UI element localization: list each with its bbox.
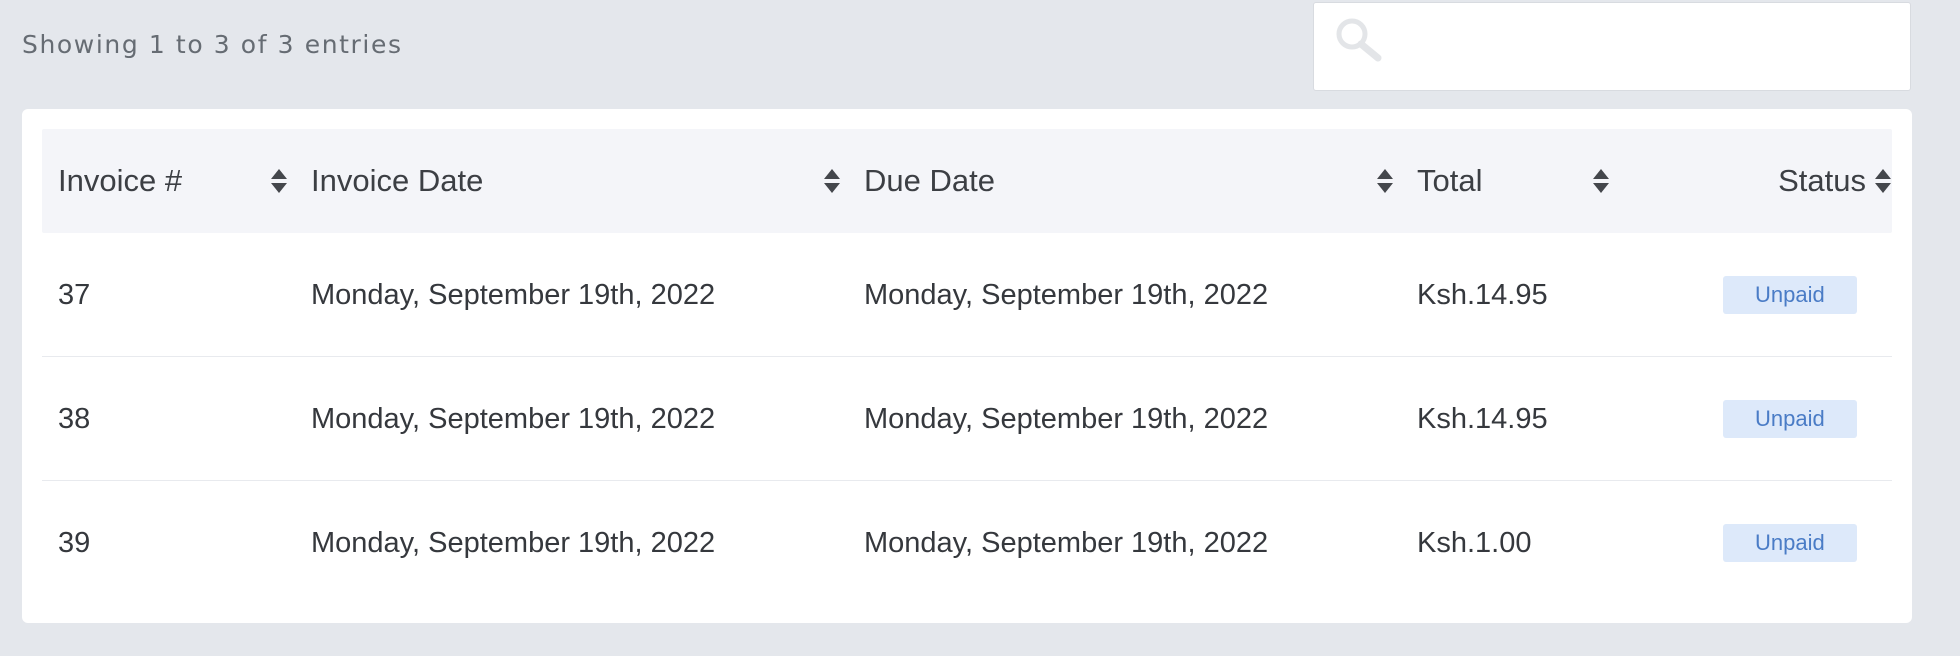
sort-icon[interactable] [823,167,841,195]
invoices-table: Invoice # Invoice Date Due Date Total St… [42,129,1892,605]
column-header-label: Total [1417,163,1483,198]
status-badge: Unpaid [1723,276,1857,314]
table-row[interactable]: 37 Monday, September 19th, 2022 Monday, … [42,233,1892,357]
sort-icon[interactable] [1376,167,1394,195]
column-header-label: Due Date [864,163,995,198]
invoice-date: Monday, September 19th, 2022 [311,526,716,559]
status-cell: Unpaid [1723,357,1857,481]
status-badge: Unpaid [1723,524,1857,562]
table-row[interactable]: 38 Monday, September 19th, 2022 Monday, … [42,357,1892,481]
invoice-number: 38 [58,402,91,435]
column-header-invoice[interactable]: Invoice # [58,129,182,233]
sort-icon[interactable] [1592,167,1610,195]
table-header: Invoice # Invoice Date Due Date Total St… [42,129,1892,233]
total: Ksh.1.00 [1417,526,1532,559]
search-input[interactable] [1384,3,1904,90]
invoice-date: Monday, September 19th, 2022 [311,278,716,311]
invoice-number: 39 [58,526,91,559]
search-icon [1336,18,1382,62]
total: Ksh.14.95 [1417,402,1548,435]
column-header-label: Invoice # [58,163,183,198]
status-cell: Unpaid [1723,481,1857,605]
column-header-total[interactable]: Total [1417,129,1482,233]
column-header-label: Status [1778,163,1866,198]
column-header-due-date[interactable]: Due Date [864,129,995,233]
invoices-card: Invoice # Invoice Date Due Date Total St… [22,109,1912,623]
sort-icon[interactable] [1874,167,1892,195]
sort-icon[interactable] [270,167,288,195]
invoice-number: 37 [58,278,91,311]
column-header-invoice-date[interactable]: Invoice Date [311,129,483,233]
table-body: 37 Monday, September 19th, 2022 Monday, … [42,233,1892,605]
column-header-status[interactable]: Status [1647,129,1866,233]
column-header-label: Invoice Date [311,163,484,198]
due-date: Monday, September 19th, 2022 [864,526,1269,559]
status-badge: Unpaid [1723,400,1857,438]
invoice-date: Monday, September 19th, 2022 [311,402,716,435]
total: Ksh.14.95 [1417,278,1548,311]
due-date: Monday, September 19th, 2022 [864,402,1269,435]
search-box[interactable] [1313,2,1911,91]
due-date: Monday, September 19th, 2022 [864,278,1269,311]
status-cell: Unpaid [1723,233,1857,357]
table-row[interactable]: 39 Monday, September 19th, 2022 Monday, … [42,481,1892,605]
entries-info: Showing 1 to 3 of 3 entries [22,30,403,59]
